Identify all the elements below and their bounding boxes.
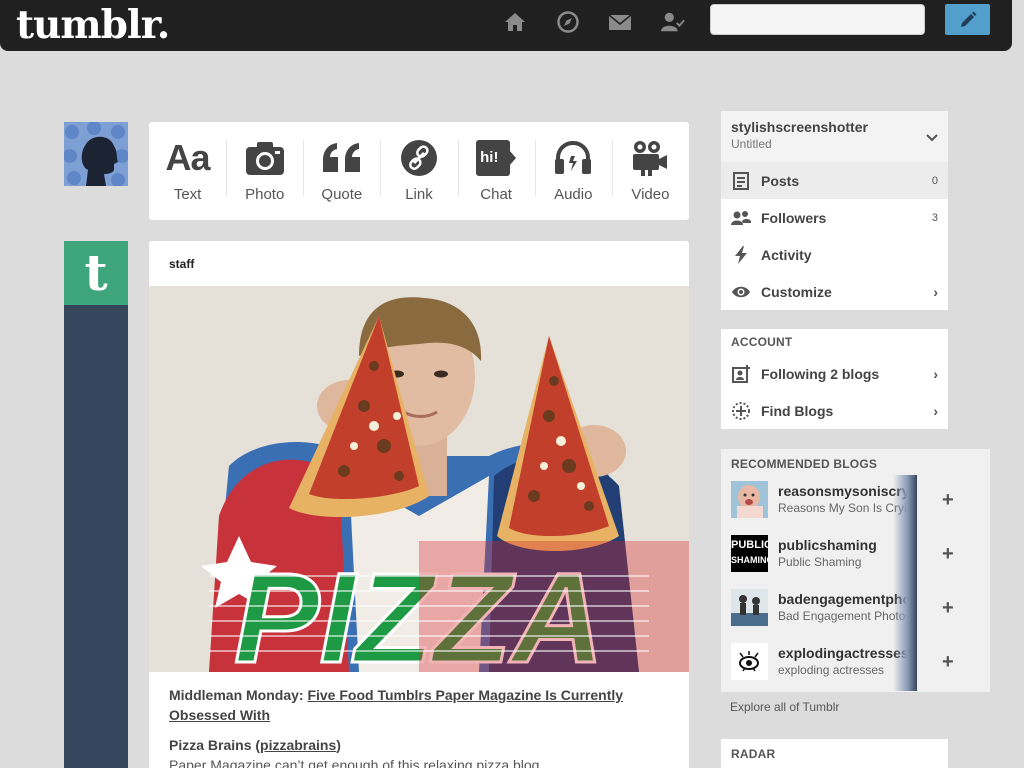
section-text: Paper Magazine can’t get enough of this …: [169, 757, 544, 768]
section-close: ): [336, 737, 341, 753]
home-icon[interactable]: [503, 10, 527, 34]
menu-item-activity[interactable]: Activity: [721, 236, 948, 273]
blog-avatar: [731, 643, 768, 680]
radar-panel: RADAR: [721, 739, 948, 768]
staff-avatar[interactable]: t: [64, 241, 128, 305]
account-title: ACCOUNT: [731, 335, 793, 349]
fade-overlay: [893, 529, 917, 583]
follow-plus-icon[interactable]: +: [942, 651, 954, 674]
blog-name: stylishscreenshotter: [731, 119, 868, 135]
blog-subtitle: Untitled: [731, 137, 772, 151]
post-type-label: Link: [405, 186, 433, 203]
blog-avatar: [731, 481, 768, 518]
headphones-icon: [554, 138, 592, 178]
recommended-blog[interactable]: reasonsmysoniscrying Reasons My Son Is C…: [721, 475, 990, 529]
menu-item-following[interactable]: Following 2 blogs ›: [721, 355, 948, 392]
chat-icon: hi!: [476, 138, 517, 178]
post-type-audio[interactable]: Audio: [534, 122, 612, 220]
menu-item-label: Followers: [761, 209, 827, 226]
recommended-blog[interactable]: badengagementphotos Bad Engagement Photo…: [721, 583, 990, 637]
menu-item-posts[interactable]: Posts 0: [721, 162, 948, 199]
search-input[interactable]: [710, 4, 925, 35]
find-blogs-icon: [731, 401, 751, 421]
mail-icon[interactable]: [608, 10, 632, 34]
explore-link[interactable]: Explore all of Tumblr: [730, 700, 839, 714]
chevron-right-icon: ›: [933, 283, 938, 300]
menu-item-followers[interactable]: Followers 3: [721, 199, 948, 236]
post-type-bar: Aa Text Photo Quote Link hi! Chat Audio …: [149, 122, 689, 220]
compass-icon[interactable]: [556, 10, 580, 34]
post-photo[interactable]: PIZZA: [149, 286, 689, 672]
post-type-label: Audio: [554, 186, 593, 203]
user-avatar[interactable]: [64, 122, 128, 186]
menu-item-label: Customize: [761, 283, 832, 300]
thumb-text-line: SHAMING: [731, 555, 768, 565]
chevron-right-icon: ›: [933, 402, 938, 419]
posts-icon: [731, 171, 751, 191]
recommended-blog[interactable]: explodingactresses exploding actresses +: [721, 637, 990, 691]
post-type-link[interactable]: Link: [380, 122, 457, 220]
post-type-label: Video: [631, 186, 670, 203]
chevron-down-icon[interactable]: [926, 130, 938, 148]
blog-avatar: [731, 589, 768, 626]
compose-button[interactable]: [945, 4, 990, 35]
post-type-text[interactable]: Aa Text: [149, 122, 226, 220]
quote-icon: [321, 138, 363, 178]
menu-item-label: Following 2 blogs: [761, 365, 880, 382]
pizzabrains-link[interactable]: pizzabrains: [260, 737, 336, 753]
menu-item-customize[interactable]: Customize ›: [721, 273, 948, 310]
menu-item-label: Activity: [761, 246, 812, 263]
followers-icon: [731, 208, 751, 228]
account-panel: ACCOUNT Following 2 blogs › Find Blogs ›: [721, 329, 948, 429]
account-icon[interactable]: [661, 10, 685, 34]
fade-overlay: [893, 583, 917, 637]
menu-item-label: Find Blogs: [761, 402, 834, 419]
menu-item-label: Posts: [761, 172, 800, 189]
camera-icon: [245, 138, 285, 178]
tumblr-logo[interactable]: tumblr.: [16, 2, 170, 48]
post-type-label: Text: [173, 186, 202, 203]
video-camera-icon: [631, 138, 669, 178]
followers-count: 3: [931, 211, 938, 224]
link-icon: [400, 138, 438, 178]
post-type-photo[interactable]: Photo: [226, 122, 303, 220]
blog-avatar: PUBLIC SHAMING: [731, 535, 768, 572]
recommended-blogs: RECOMMENDED BLOGS reasonsmysoniscrying R…: [721, 449, 990, 692]
post-type-chat[interactable]: hi! Chat: [457, 122, 535, 220]
post-type-video[interactable]: Video: [611, 122, 689, 220]
follow-plus-icon[interactable]: +: [942, 597, 954, 620]
dashboard-post: staff PIZZA Middleman Monday: Five Food …: [149, 241, 689, 768]
fade-overlay: [893, 637, 917, 691]
post-type-label: Chat: [480, 186, 512, 203]
post-author[interactable]: staff: [149, 241, 689, 286]
top-bar: tumblr.: [0, 0, 1012, 51]
post-type-quote[interactable]: Quote: [303, 122, 380, 220]
post-body: Middleman Monday: Five Food Tumblrs Pape…: [169, 685, 669, 768]
blog-menu: Posts 0 Followers 3 Activity Customize ›: [721, 162, 948, 310]
follow-plus-icon[interactable]: +: [942, 543, 954, 566]
following-icon: [731, 364, 751, 384]
recommended-blog[interactable]: PUBLIC SHAMING publicshaming Public Sham…: [721, 529, 990, 583]
pencil-icon: [960, 11, 976, 27]
thumb-text-line: PUBLIC: [731, 539, 768, 551]
posts-count: 0: [931, 174, 938, 187]
fade-overlay: [893, 475, 917, 529]
eye-icon: [731, 282, 751, 302]
post-type-label: Photo: [245, 186, 285, 203]
lightning-icon: [731, 245, 751, 265]
text-icon: Aa: [165, 137, 211, 178]
follow-plus-icon[interactable]: +: [942, 489, 954, 512]
chevron-right-icon: ›: [933, 365, 938, 382]
section-title: Pizza Brains (: [169, 737, 261, 753]
radar-title: RADAR: [731, 747, 776, 761]
post-body-prefix: Middleman Monday:: [169, 687, 308, 703]
blog-switcher[interactable]: stylishscreenshotter Untitled: [721, 111, 948, 162]
post-type-label: Quote: [321, 186, 363, 203]
dashboard-left-strip: [64, 241, 128, 768]
menu-item-find-blogs[interactable]: Find Blogs ›: [721, 392, 948, 429]
